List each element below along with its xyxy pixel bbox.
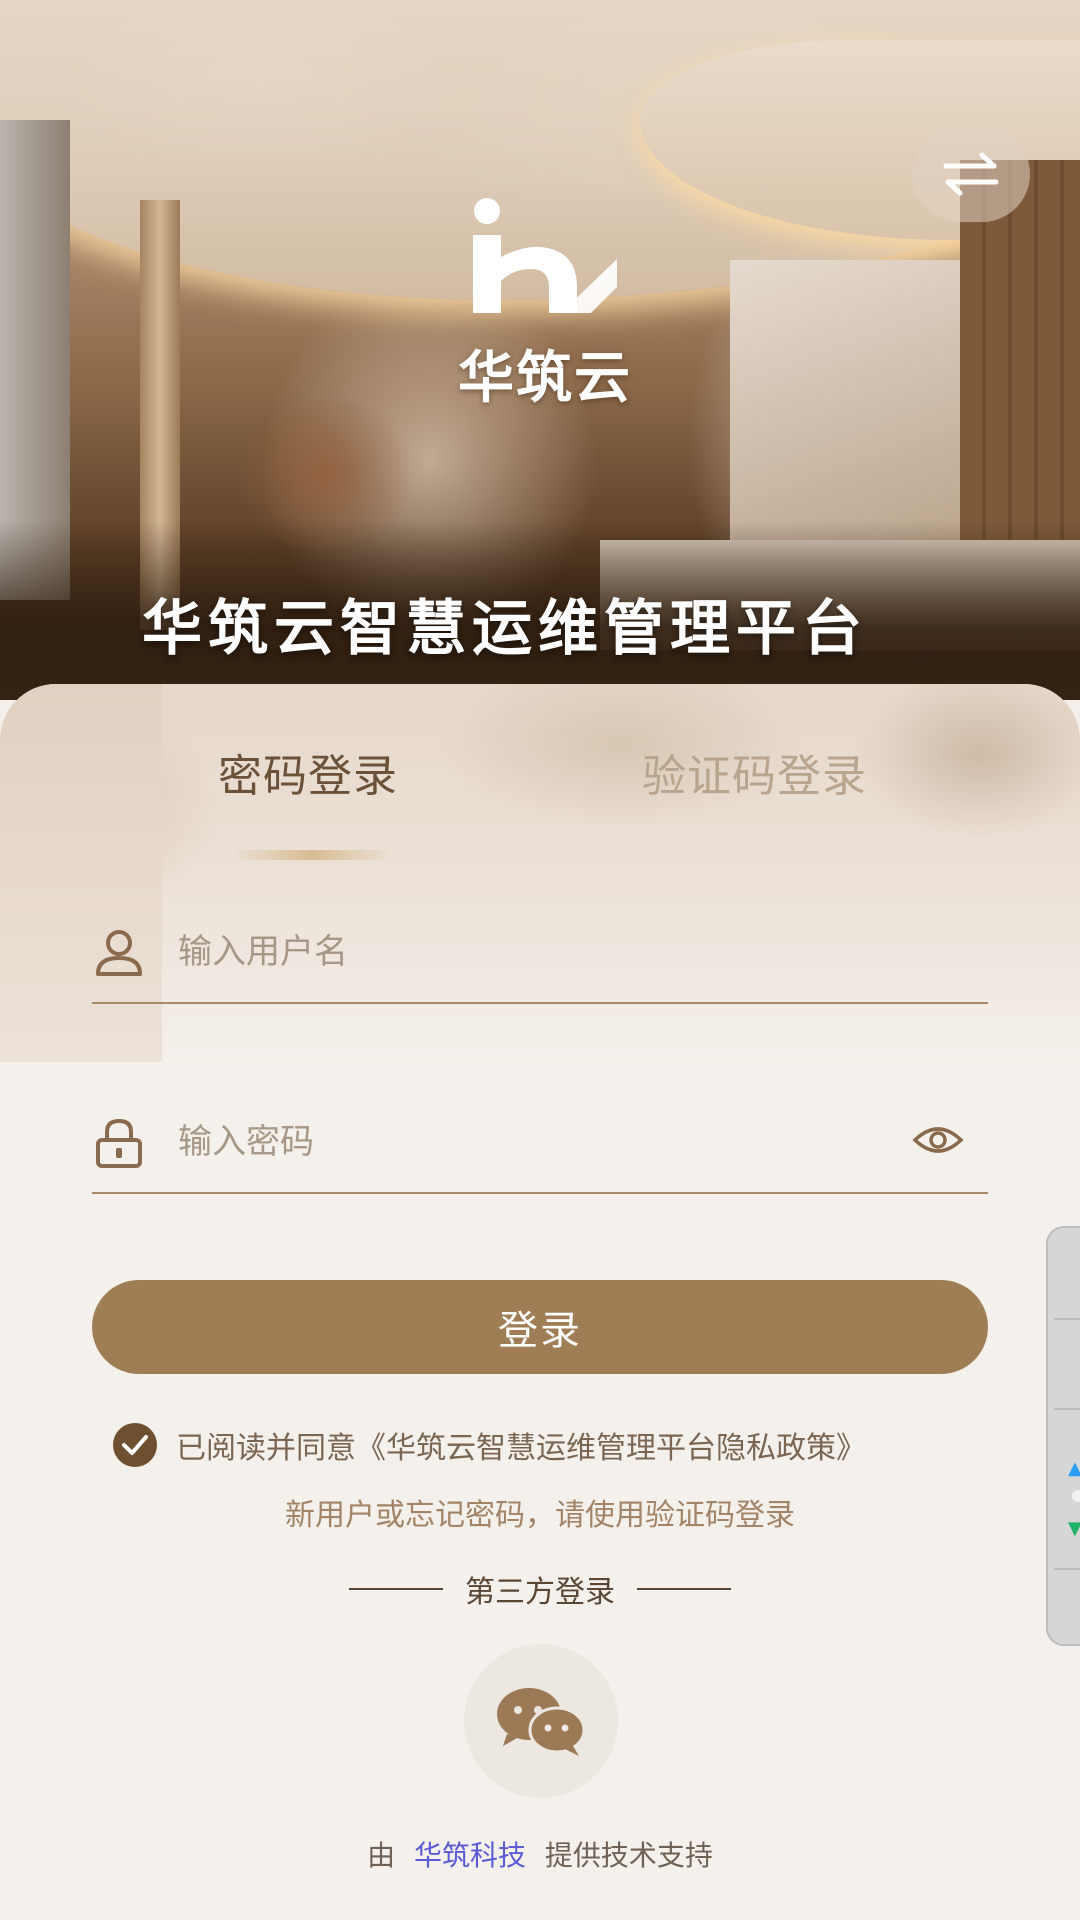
agreement-text: 已阅读并同意 [176, 1431, 356, 1466]
divider-line [637, 1588, 731, 1590]
active-tab-indicator [232, 850, 392, 860]
logo-mark-icon [473, 198, 617, 313]
tab-code-login[interactable]: 验证码登录 [642, 740, 867, 804]
third-party-divider: 第三方登录 [0, 1564, 1080, 1614]
login-tabs: 密码登录 验证码登录 [0, 740, 1080, 860]
lock-icon [96, 1118, 142, 1168]
privacy-agreement: 已阅读并同意 《华筑云智慧运维管理平台隐私政策》 [112, 1420, 866, 1470]
username-input[interactable] [178, 922, 878, 982]
floating-side-widget[interactable]: ▲ ▼ [1046, 1226, 1080, 1646]
tab-password-login[interactable]: 密码登录 [218, 740, 398, 804]
privacy-policy-link[interactable]: 《华筑云智慧运维管理平台隐私政策》 [356, 1423, 866, 1467]
password-input[interactable] [178, 1112, 878, 1172]
user-icon [96, 930, 142, 976]
divider-line [349, 1588, 443, 1590]
wechat-icon [497, 1688, 586, 1756]
widget-divider [1054, 1568, 1080, 1570]
upload-arrow-icon: ▲ [1068, 1458, 1080, 1479]
logo-text: 华筑云 [458, 346, 632, 411]
switch-button[interactable] [912, 126, 1030, 222]
login-button[interactable]: 登录 [92, 1280, 988, 1374]
footer-suffix: 提供技术支持 [544, 1839, 713, 1872]
footer-brand-link[interactable]: 华筑科技 [414, 1839, 526, 1872]
wechat-login-button[interactable] [464, 1644, 618, 1798]
platform-title: 华筑云智慧运维管理平台 [142, 594, 868, 664]
widget-divider [1054, 1318, 1080, 1320]
third-party-label: 第三方登录 [465, 1575, 615, 1610]
swap-arrows-icon [943, 152, 999, 196]
login-tip: 新用户或忘记密码，请使用验证码登录 [285, 1498, 795, 1533]
agreement-checkbox[interactable] [112, 1422, 158, 1468]
password-field [92, 1094, 988, 1194]
download-arrow-icon: ▼ [1068, 1518, 1080, 1539]
footer-support: 由 华筑科技 提供技术支持 [0, 1834, 1080, 1874]
login-card: 密码登录 验证码登录 登录 已阅读并同意 《华筑云智慧运维管理平台隐私政策》 新 [0, 684, 1080, 1920]
username-field [92, 904, 988, 1004]
status-dot-icon [1072, 1490, 1080, 1502]
marble-wall-decor [730, 260, 960, 560]
eye-icon[interactable] [912, 1120, 964, 1160]
widget-divider [1054, 1408, 1080, 1410]
footer-prefix: 由 [367, 1839, 396, 1872]
brand-logo: 华筑云 [430, 195, 660, 411]
